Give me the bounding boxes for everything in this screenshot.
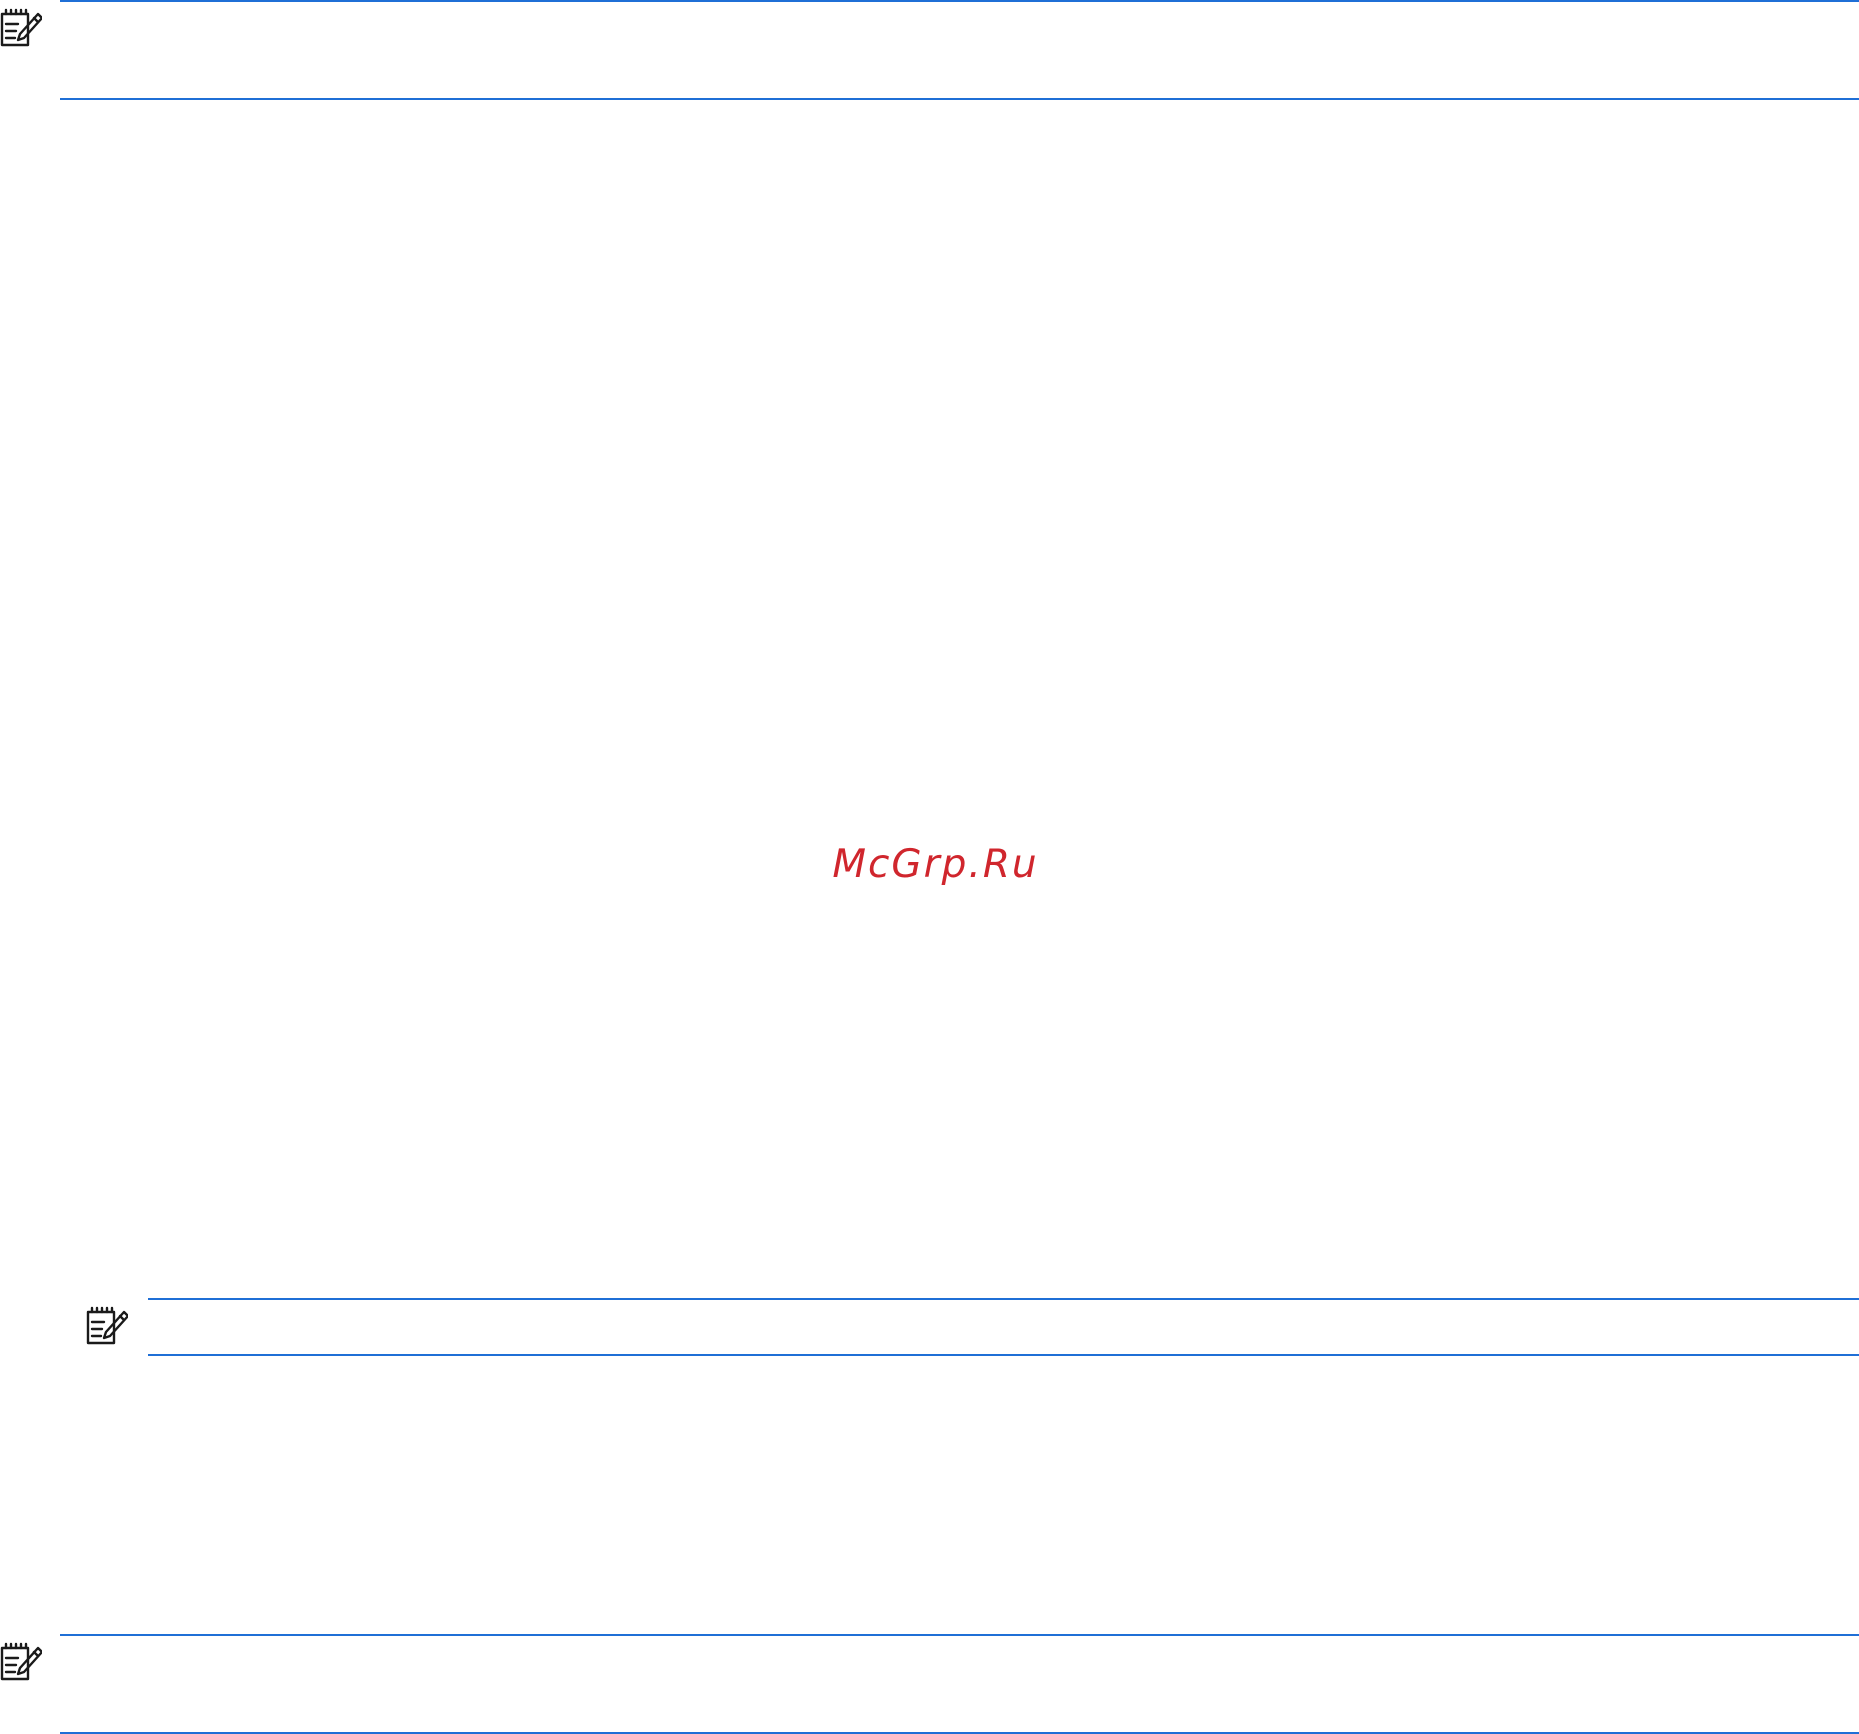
note-pad-icon (86, 1306, 128, 1345)
note-pad-icon (0, 8, 42, 47)
note-3-top-rule (60, 1634, 1859, 1636)
note-2-top-rule (148, 1298, 1859, 1300)
note-2-bottom-rule (148, 1354, 1859, 1356)
note-1-bottom-rule (60, 98, 1859, 100)
note-pad-icon (0, 1642, 42, 1681)
watermark: McGrp.Ru (832, 842, 1039, 887)
note-1-top-rule (60, 0, 1859, 2)
